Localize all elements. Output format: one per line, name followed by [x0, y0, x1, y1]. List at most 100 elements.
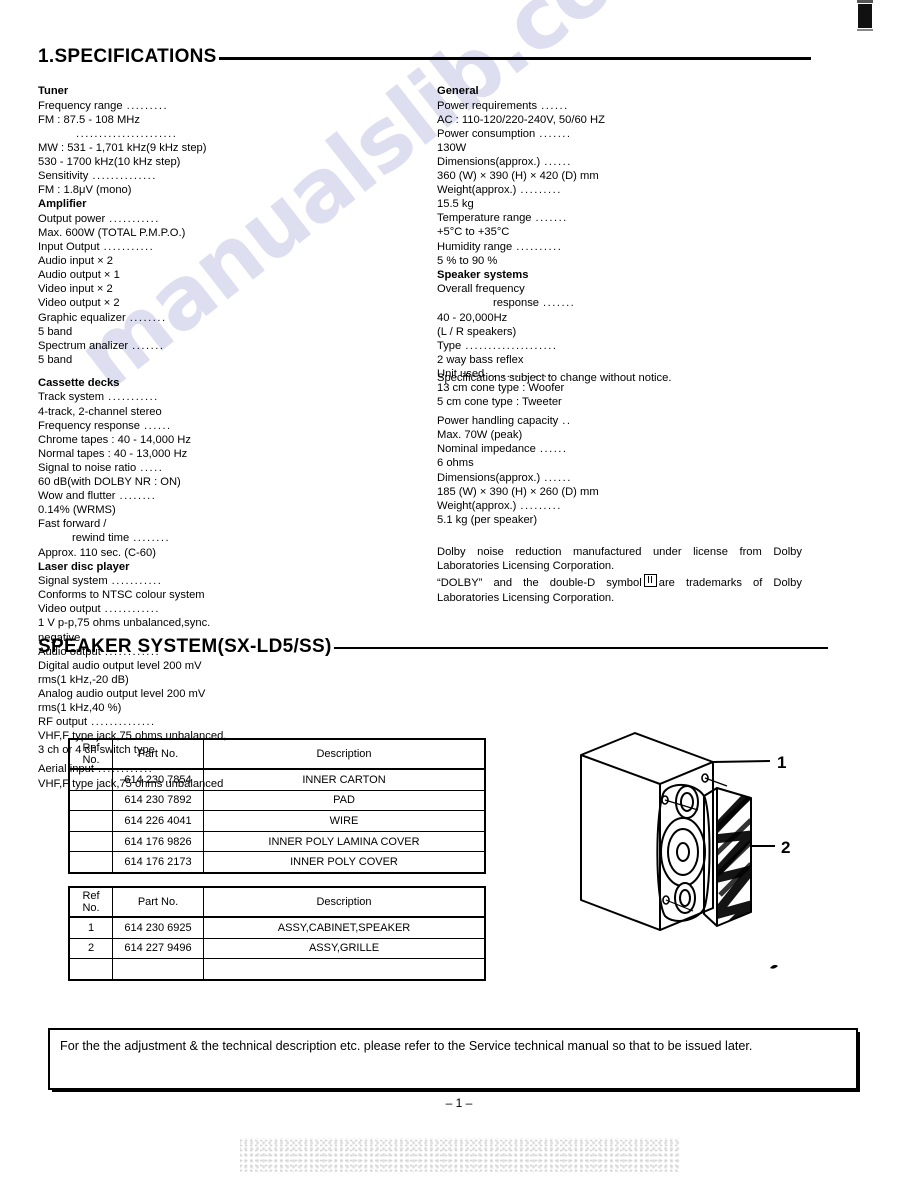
spec-value: 0.14% (WRMS)	[38, 504, 116, 517]
spec-value: 5 % to 90 %	[437, 254, 498, 267]
spec-label: Graphic equalizer	[38, 311, 126, 324]
speaker-system-heading-text: SPEAKER SYSTEM(SX-LD5/SS)	[38, 636, 332, 657]
spec-value: FM : 1.8μV (mono)	[38, 184, 132, 197]
spec-row: Nominal impedance ...... 6 ohms	[437, 442, 867, 470]
spec-value: 2 way bass reflex	[437, 353, 524, 366]
spec-row: Fast forward /	[38, 517, 433, 531]
dolby-notice-line1: Dolby noise reduction manufactured under…	[437, 546, 802, 573]
spec-leader: ............	[104, 603, 160, 616]
callout-1-label: 1	[777, 753, 786, 772]
spec-row-continuation: Video output × 2	[38, 296, 433, 310]
spec-leader: ...........	[108, 391, 159, 404]
spec-row-continuation: Analog audio output level 200 mV	[38, 687, 433, 701]
spec-group-speaker-systems: Speaker systems	[437, 268, 529, 281]
spec-leader: ....................	[465, 339, 558, 352]
dolby-trademark-pre: “DOLBY” and the double-D symbol	[437, 577, 642, 590]
spec-value: Digital audio output level 200 mV	[38, 659, 202, 672]
spec-row-continuation: Audio output × 1	[38, 268, 433, 282]
cell-description	[203, 958, 486, 981]
spec-value: 530 - 1700 kHz(10 kHz step)	[38, 155, 181, 168]
cell-description: INNER CARTON	[203, 768, 486, 791]
heading-rule	[218, 56, 811, 60]
spec-leader: .......	[132, 339, 165, 352]
heading-rule	[333, 647, 828, 649]
spec-row: ...................... MW : 531 - 1,701 …	[38, 127, 433, 155]
spec-value: 5.1 kg (per speaker)	[437, 513, 538, 526]
spec-leader: .......	[539, 127, 572, 140]
table-header-row: Ref No. Part No. Description	[68, 886, 486, 918]
spec-leader: ...........	[109, 212, 160, 225]
spec-row: Overall frequency	[437, 282, 867, 296]
spec-row: Power consumption ....... 130W	[437, 127, 867, 155]
cell-part-no: 614 227 9496	[112, 937, 204, 960]
cell-part-no: 614 230 7854	[112, 768, 204, 791]
bottom-notice-box: For the the adjustment & the technical d…	[48, 1028, 858, 1090]
spec-value: 5 cm cone type : Tweeter	[437, 396, 562, 409]
column-header-part-no: Part No.	[112, 886, 204, 918]
spec-label: Input Output	[38, 241, 100, 254]
spec-label: Weight(approx.)	[437, 184, 517, 197]
column-header-ref-line1: Ref	[82, 889, 100, 902]
spec-column-left: Tuner Frequency range ......... FM : 87.…	[38, 84, 433, 791]
parts-table-packing: Ref No. Part No. Description 614 230 785…	[68, 738, 486, 874]
spec-row: Frequency range ......... FM : 87.5 - 10…	[38, 99, 433, 127]
cell-part-no: 614 226 4041	[112, 810, 204, 832]
spec-row: Frequency response ...... Chrome tapes :…	[38, 419, 433, 447]
column-header-ref-line2: No.	[82, 902, 100, 914]
spec-leader: .........	[520, 184, 562, 197]
spec-row-continuation: rms(1 kHz,40 %)	[38, 701, 433, 715]
spec-leader: ......	[144, 419, 172, 432]
cell-ref-no: 2	[68, 937, 113, 960]
spec-value: 4-track, 2-channel stereo	[38, 405, 162, 418]
cell-ref-no: 1	[68, 916, 113, 939]
spec-value: Max. 600W (TOTAL P.M.P.O.)	[38, 226, 186, 239]
spec-leader: ..............	[91, 716, 156, 729]
spec-value: Analog audio output level 200 mV	[38, 687, 206, 700]
spec-label: Power consumption	[437, 127, 536, 140]
spec-leader: ........	[133, 532, 171, 545]
spec-value: Video output × 2	[38, 297, 120, 310]
spec-row: Spectrum analizer ....... 5 band	[38, 339, 433, 367]
spec-label: Video output	[38, 603, 101, 616]
spec-label: Spectrum analizer	[38, 339, 129, 352]
spec-row: Power requirements ...... AC : 110-120/2…	[437, 99, 867, 127]
spec-row-continuation: rms(1 kHz,-20 dB)	[38, 673, 433, 687]
cell-part-no: 614 230 7892	[112, 789, 204, 812]
table-row: 1 614 230 6925 ASSY,CABINET,SPEAKER	[68, 916, 486, 939]
spec-row: Weight(approx.) ......... 15.5 kg	[437, 183, 867, 211]
spec-value: rms(1 kHz,40 %)	[38, 702, 122, 715]
spec-row-continuation: Video input × 2	[38, 282, 433, 296]
spec-value: 40 - 20,000Hz	[437, 311, 508, 324]
spec-row-continuation: 5 cm cone type : Tweeter	[437, 395, 867, 409]
column-header-description: Description	[203, 738, 486, 770]
spec-label: Weight(approx.)	[437, 499, 517, 512]
parts-table-assembly: Ref No. Part No. Description 1 614 230 6…	[68, 886, 486, 981]
spec-row: rewind time ........ Approx. 110 sec. (C…	[38, 531, 433, 559]
spec-value: 15.5 kg	[437, 198, 474, 211]
scan-artifact-top-right	[857, 0, 873, 31]
spec-row: Dimensions(approx.) ...... 360 (W) × 390…	[437, 155, 867, 183]
spec-value: 6 ohms	[437, 457, 474, 470]
column-header-ref-no: Ref No.	[68, 738, 113, 770]
spec-value: 185 (W) × 390 (H) × 260 (D) mm	[437, 485, 599, 498]
spec-leader: ...........	[103, 241, 155, 254]
spec-leader: .......	[535, 212, 568, 225]
cell-ref-no	[68, 768, 113, 791]
spec-label: (L / R speakers)	[437, 325, 517, 338]
dolby-notice-line2: “DOLBY” and the double-D symbol are trade…	[437, 573, 802, 604]
spec-value: Video input × 2	[38, 283, 113, 296]
table-row: 614 176 9826 INNER POLY LAMINA COVER	[68, 830, 486, 853]
spec-value: Audio output × 1	[38, 269, 120, 282]
spec-leader: ........	[119, 490, 157, 503]
spec-leader: ......	[541, 99, 569, 112]
spec-group-amplifier: Amplifier	[38, 198, 87, 211]
spec-leader: ......................	[76, 127, 178, 140]
spec-label: Overall frequency	[437, 283, 525, 296]
spec-row: Track system ........... 4-track, 2-chan…	[38, 390, 433, 418]
spec-value: MW : 531 - 1,701 kHz(9 kHz step)	[38, 141, 207, 154]
spec-label: Type	[437, 339, 462, 352]
dolby-notice: Dolby noise reduction manufactured under…	[437, 545, 802, 605]
spec-leader: ..........	[516, 240, 563, 253]
spec-leader: ..	[562, 415, 572, 428]
spec-row: Video output ............ 1 V p-p,75 ohm…	[38, 602, 433, 630]
